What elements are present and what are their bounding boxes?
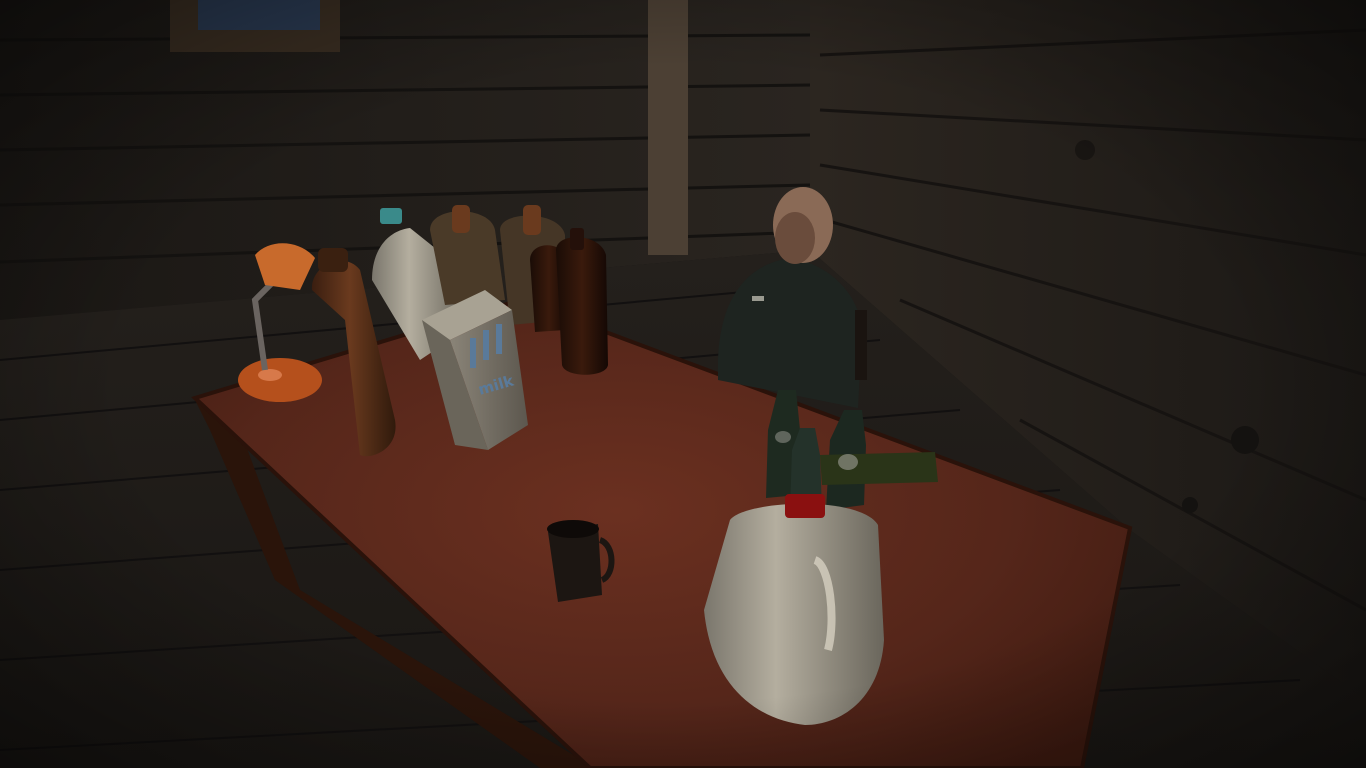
vignette-overlay (0, 0, 1366, 768)
game-viewport[interactable]: milk (0, 0, 1366, 768)
game-scene[interactable]: milk (0, 0, 1366, 768)
